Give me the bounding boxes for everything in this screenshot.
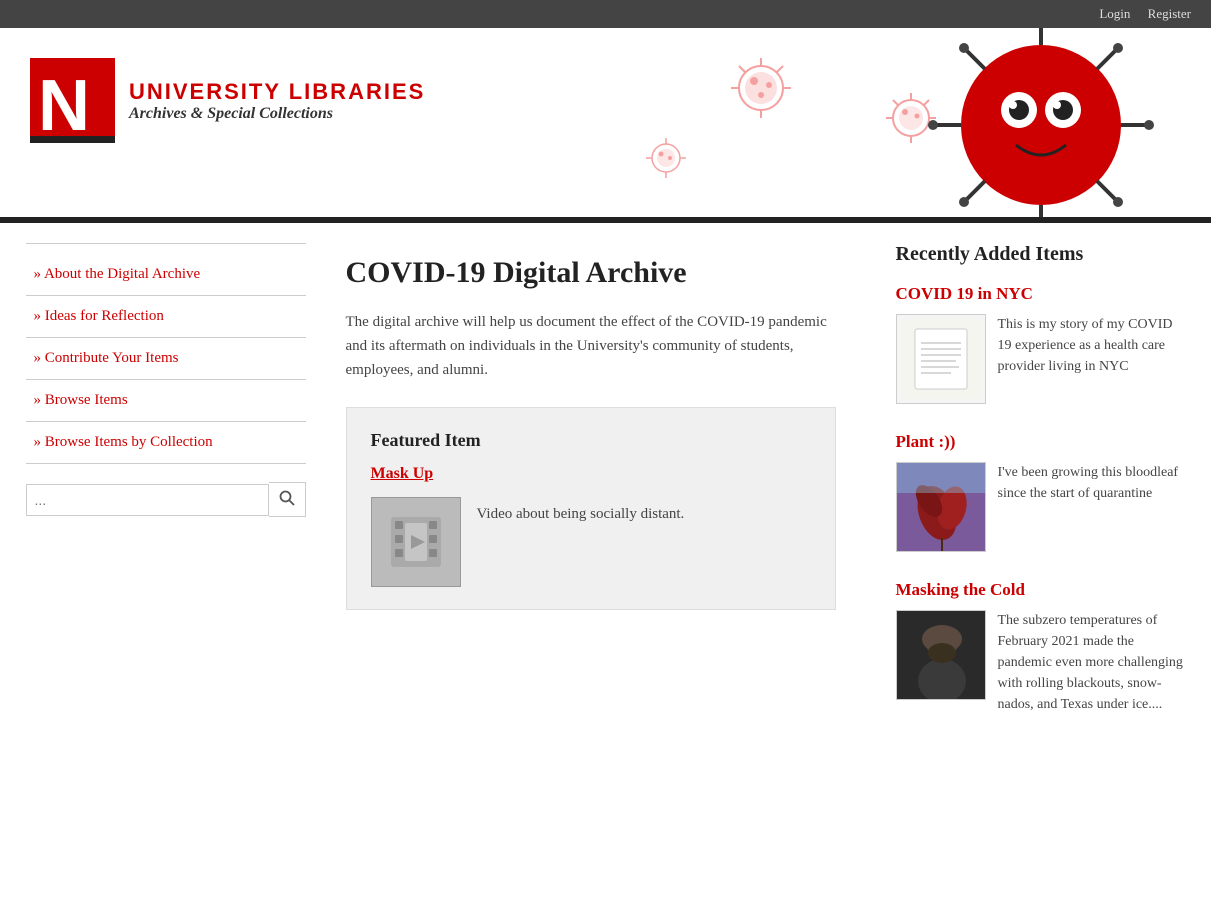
- logo-text: UNIVERSITY LIBRARIES Archives & Special …: [129, 79, 425, 123]
- archive-subtitle: Archives & Special Collections: [129, 105, 425, 123]
- search-icon: [279, 490, 295, 506]
- featured-thumbnail: [371, 497, 461, 587]
- film-icon: [391, 517, 441, 567]
- featured-box: Featured Item Mask Up: [346, 407, 836, 610]
- recent-item-2-link[interactable]: Plant :)): [896, 432, 1186, 452]
- svg-text:N: N: [38, 66, 90, 143]
- sidebar-item-browse-collection[interactable]: Browse Items by Collection: [26, 422, 306, 464]
- recent-item-1-desc: This is my story of my COVID 19 experien…: [998, 314, 1186, 377]
- recent-item-1-body: This is my story of my COVID 19 experien…: [896, 314, 1186, 404]
- search-input[interactable]: [26, 484, 269, 516]
- recent-item-1: COVID 19 in NYC This is my sto: [896, 284, 1186, 404]
- search-button[interactable]: [269, 482, 306, 517]
- featured-label: Featured Item: [371, 430, 811, 451]
- plant-icon: [897, 463, 986, 552]
- recent-item-2: Plant :)) I've be: [896, 432, 1186, 552]
- university-logo: N: [30, 58, 115, 143]
- featured-item-content: Video about being socially distant.: [371, 497, 811, 587]
- about-link[interactable]: About the Digital Archive: [34, 266, 201, 282]
- recently-added-title: Recently Added Items: [896, 243, 1186, 266]
- recent-item-2-body: I've been growing this bloodleaf since t…: [896, 462, 1186, 552]
- top-bar: Login Register: [0, 0, 1211, 28]
- site-header: N UNIVERSITY LIBRARIES Archives & Specia…: [0, 28, 1211, 223]
- recent-item-3: Masking the Cold: [896, 580, 1186, 715]
- login-link[interactable]: Login: [1099, 6, 1130, 21]
- university-name: UNIVERSITY LIBRARIES: [129, 79, 425, 105]
- recent-item-3-link[interactable]: Masking the Cold: [896, 580, 1186, 600]
- recent-item-1-thumbnail: [896, 314, 986, 404]
- mask-icon: [897, 611, 986, 700]
- register-link[interactable]: Register: [1148, 6, 1191, 21]
- sidebar-item-browse[interactable]: Browse Items: [26, 380, 306, 422]
- contribute-link[interactable]: Contribute Your Items: [34, 350, 179, 366]
- recent-item-2-thumbnail: [896, 462, 986, 552]
- sidebar-item-about[interactable]: About the Digital Archive: [26, 254, 306, 296]
- intro-text: The digital archive will help us documen…: [346, 310, 836, 382]
- sidebar-item-contribute[interactable]: Contribute Your Items: [26, 338, 306, 380]
- recent-item-1-link[interactable]: COVID 19 in NYC: [896, 284, 1186, 304]
- featured-description: Video about being socially distant.: [477, 497, 685, 526]
- recent-item-2-desc: I've been growing this bloodleaf since t…: [998, 462, 1186, 504]
- document-icon: [901, 319, 981, 399]
- featured-item-link[interactable]: Mask Up: [371, 465, 434, 483]
- logo-area: N UNIVERSITY LIBRARIES Archives & Specia…: [0, 28, 1211, 173]
- search-box: [26, 482, 306, 517]
- page-title: COVID-19 Digital Archive: [346, 253, 836, 292]
- ideas-link[interactable]: Ideas for Reflection: [34, 308, 164, 324]
- main-content: COVID-19 Digital Archive The digital arc…: [306, 243, 876, 743]
- sidebar-item-ideas[interactable]: Ideas for Reflection: [26, 296, 306, 338]
- right-sidebar: Recently Added Items COVID 19 in NYC: [876, 243, 1186, 743]
- recent-item-3-desc: The subzero temperatures of February 202…: [998, 610, 1186, 715]
- sidebar: About the Digital Archive Ideas for Refl…: [26, 243, 306, 743]
- recent-item-3-body: The subzero temperatures of February 202…: [896, 610, 1186, 715]
- main-wrapper: About the Digital Archive Ideas for Refl…: [6, 243, 1206, 743]
- recent-item-3-thumbnail: [896, 610, 986, 700]
- browse-link[interactable]: Browse Items: [34, 392, 128, 408]
- browse-collection-link[interactable]: Browse Items by Collection: [34, 434, 213, 450]
